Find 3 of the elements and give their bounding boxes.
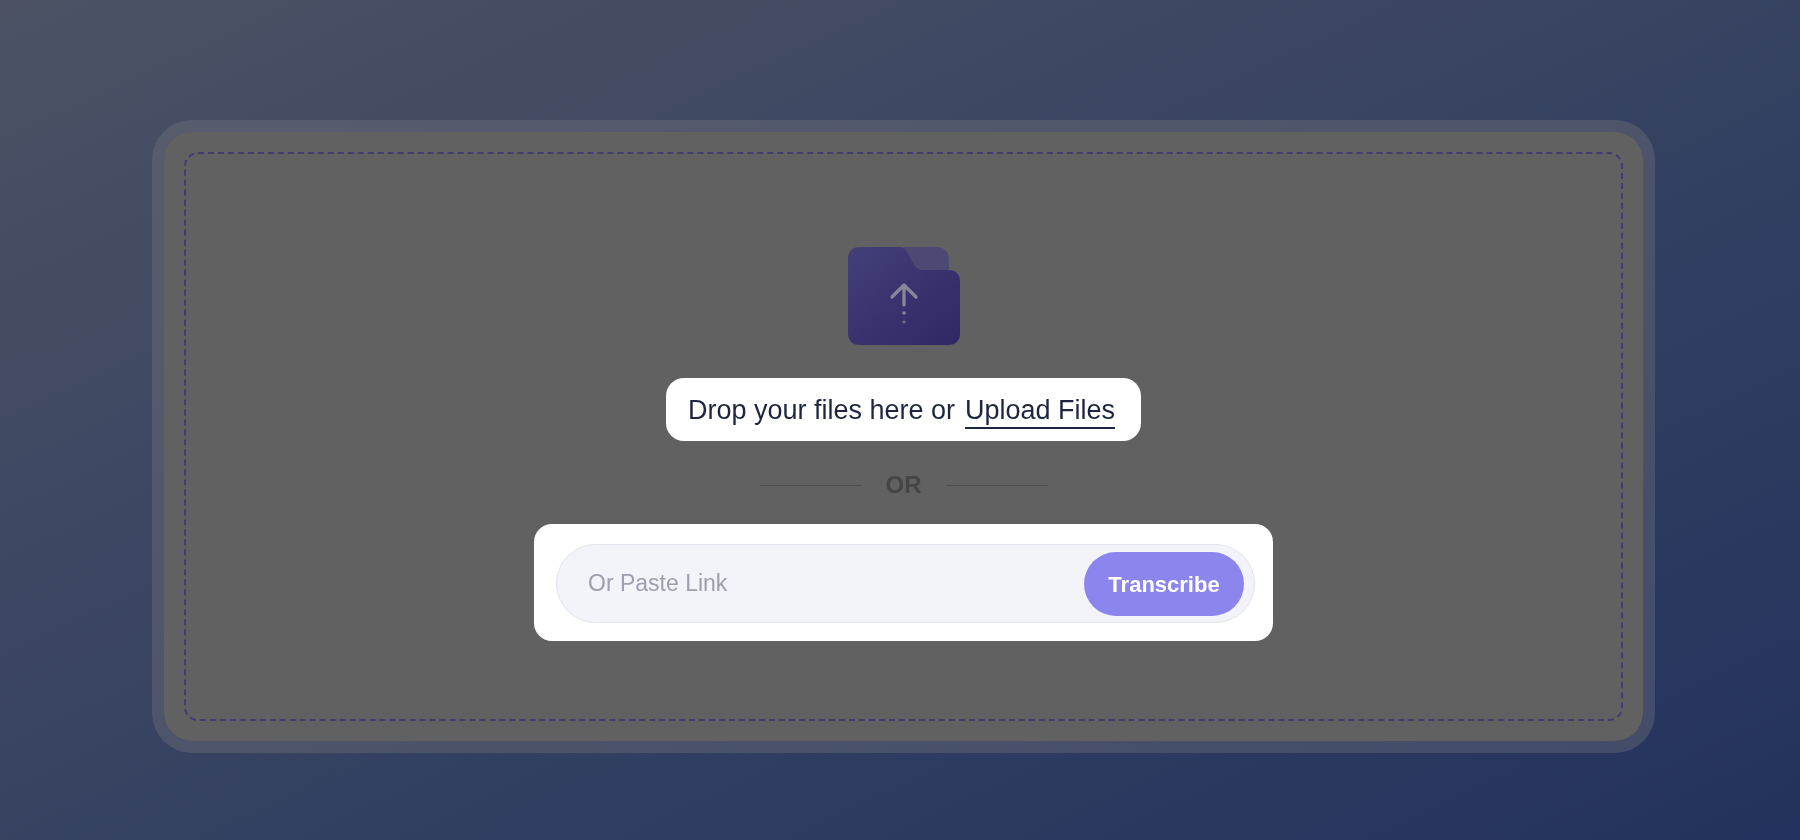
drop-files-text: Drop your files here or (687, 393, 955, 426)
folder-upload-icon (847, 247, 960, 345)
upload-files-link[interactable]: Upload Files (965, 394, 1116, 429)
